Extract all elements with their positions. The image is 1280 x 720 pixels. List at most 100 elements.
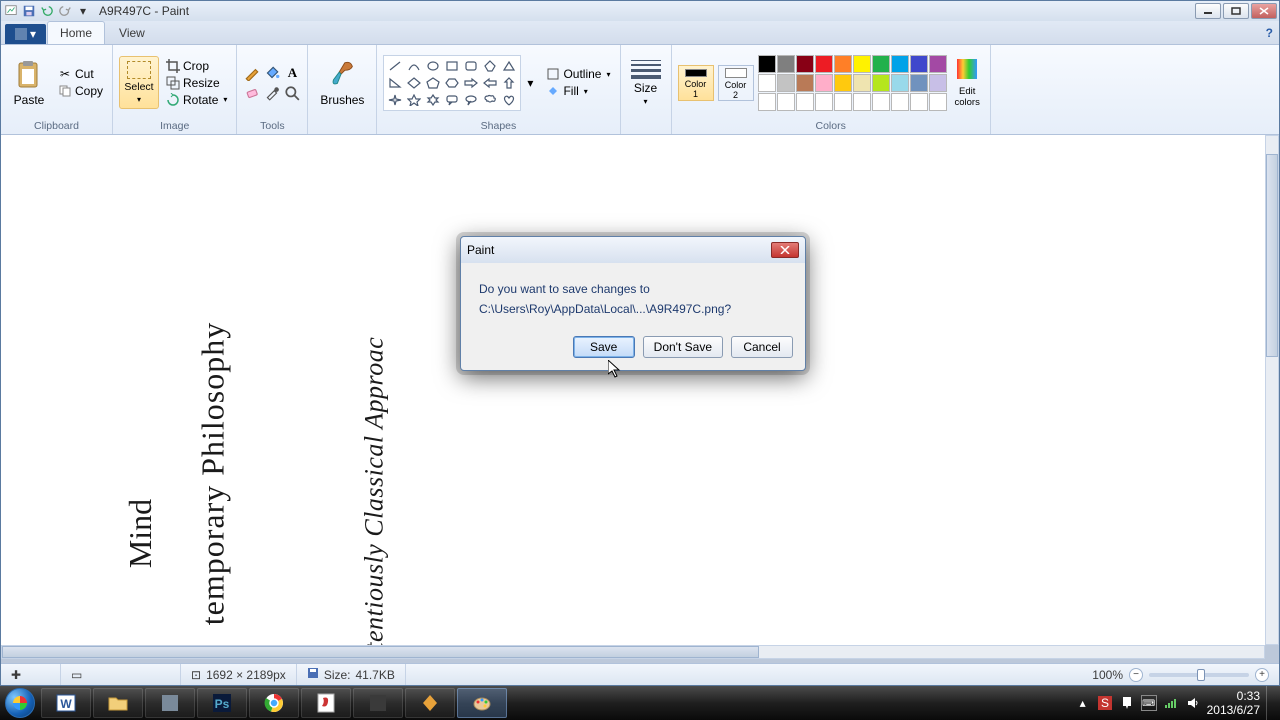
size-button[interactable]: Size▾ <box>627 58 665 108</box>
edit-colors-button[interactable]: Edit colors <box>951 55 984 110</box>
shape-rarrow[interactable] <box>462 75 480 91</box>
outline-button[interactable]: Outline▾ <box>543 66 613 82</box>
shape-hexagon[interactable] <box>443 75 461 91</box>
start-button[interactable] <box>0 686 40 720</box>
bucket-tool[interactable] <box>263 64 281 82</box>
taskbar-paint[interactable] <box>457 688 507 718</box>
zoom-in-button[interactable]: + <box>1255 668 1269 682</box>
fill-button[interactable]: Fill▾ <box>543 83 613 99</box>
palette-color[interactable] <box>872 74 890 92</box>
palette-color[interactable] <box>815 55 833 73</box>
taskbar-app3[interactable] <box>405 688 455 718</box>
show-desktop-button[interactable] <box>1266 686 1276 720</box>
palette-color[interactable] <box>777 74 795 92</box>
shape-rect[interactable] <box>443 58 461 74</box>
taskbar-app2[interactable] <box>353 688 403 718</box>
palette-color[interactable] <box>834 55 852 73</box>
palette-color[interactable] <box>758 93 776 111</box>
palette-color[interactable] <box>891 55 909 73</box>
palette-color[interactable] <box>891 93 909 111</box>
palette-color[interactable] <box>929 55 947 73</box>
palette-color[interactable] <box>815 93 833 111</box>
text-tool[interactable]: A <box>283 64 301 82</box>
qat-undo-icon[interactable] <box>39 3 55 19</box>
taskbar-chrome[interactable] <box>249 688 299 718</box>
taskbar-word[interactable]: W <box>41 688 91 718</box>
palette-color[interactable] <box>758 74 776 92</box>
cut-button[interactable]: ✂Cut <box>55 66 106 82</box>
shape-callout-rect[interactable] <box>443 92 461 108</box>
resize-button[interactable]: Resize <box>163 75 230 91</box>
palette-color[interactable] <box>777 93 795 111</box>
palette-color[interactable] <box>796 55 814 73</box>
tab-view[interactable]: View <box>106 21 158 44</box>
palette-color[interactable] <box>853 93 871 111</box>
shape-callout-cloud[interactable] <box>481 92 499 108</box>
copy-button[interactable]: Copy <box>55 83 106 99</box>
palette-color[interactable] <box>872 93 890 111</box>
taskbar-app1[interactable] <box>145 688 195 718</box>
qat-save-icon[interactable] <box>21 3 37 19</box>
tab-home[interactable]: Home <box>47 21 105 44</box>
shape-pentagon[interactable] <box>424 75 442 91</box>
tray-network-icon[interactable] <box>1163 695 1179 711</box>
color2-button[interactable]: Color 2 <box>718 65 754 101</box>
palette-color[interactable] <box>929 93 947 111</box>
palette-color[interactable] <box>758 55 776 73</box>
save-button[interactable]: Save <box>573 336 635 358</box>
minimize-button[interactable] <box>1195 3 1221 19</box>
palette-color[interactable] <box>910 93 928 111</box>
close-button[interactable] <box>1251 3 1277 19</box>
palette-color[interactable] <box>796 74 814 92</box>
shape-triangle[interactable] <box>500 58 518 74</box>
canvas[interactable]: temporary Philosophy Mind ntentiously Cl… <box>1 135 1265 645</box>
palette-color[interactable] <box>910 74 928 92</box>
tray-show-hidden[interactable]: ▴ <box>1075 695 1091 711</box>
palette-color[interactable] <box>796 93 814 111</box>
brushes-button[interactable]: Brushes <box>314 57 370 109</box>
shape-diamond[interactable] <box>405 75 423 91</box>
dialog-close-button[interactable] <box>771 242 799 258</box>
shape-callout-oval[interactable] <box>462 92 480 108</box>
shape-line[interactable] <box>386 58 404 74</box>
tray-action-center-icon[interactable] <box>1119 695 1135 711</box>
shapes-more[interactable]: ▾ <box>525 76 535 90</box>
palette-color[interactable] <box>891 74 909 92</box>
file-menu-button[interactable]: ▾ <box>5 24 46 44</box>
shape-larrow[interactable] <box>481 75 499 91</box>
shapes-gallery[interactable] <box>383 55 521 111</box>
shape-polygon[interactable] <box>481 58 499 74</box>
crop-button[interactable]: Crop <box>163 58 230 74</box>
zoom-slider[interactable] <box>1149 673 1249 677</box>
shape-roundrect[interactable] <box>462 58 480 74</box>
help-icon[interactable]: ? <box>1260 22 1279 44</box>
tray-clock[interactable]: 0:332013/6/27 <box>1207 689 1260 718</box>
shape-oval[interactable] <box>424 58 442 74</box>
taskbar-explorer[interactable] <box>93 688 143 718</box>
shape-heart[interactable] <box>500 92 518 108</box>
maximize-button[interactable] <box>1223 3 1249 19</box>
palette-color[interactable] <box>777 55 795 73</box>
shape-star6[interactable] <box>424 92 442 108</box>
palette-color[interactable] <box>853 55 871 73</box>
eraser-tool[interactable] <box>243 84 261 102</box>
dont-save-button[interactable]: Don't Save <box>643 336 723 358</box>
picker-tool[interactable] <box>263 84 281 102</box>
shape-curve[interactable] <box>405 58 423 74</box>
palette-color[interactable] <box>872 55 890 73</box>
palette-color[interactable] <box>834 74 852 92</box>
taskbar-photoshop[interactable]: Ps <box>197 688 247 718</box>
qat-redo-icon[interactable] <box>57 3 73 19</box>
select-button[interactable]: Select ▾ <box>119 56 159 109</box>
tray-language-icon[interactable]: ⌨ <box>1141 695 1157 711</box>
shape-uarrow[interactable] <box>500 75 518 91</box>
shape-star4[interactable] <box>386 92 404 108</box>
color1-button[interactable]: Color 1 <box>678 65 714 101</box>
palette-color[interactable] <box>834 93 852 111</box>
pencil-tool[interactable] <box>243 64 261 82</box>
palette-color[interactable] <box>910 55 928 73</box>
vertical-scrollbar[interactable] <box>1265 135 1279 645</box>
taskbar-acrobat[interactable] <box>301 688 351 718</box>
palette-color[interactable] <box>929 74 947 92</box>
palette-color[interactable] <box>853 74 871 92</box>
